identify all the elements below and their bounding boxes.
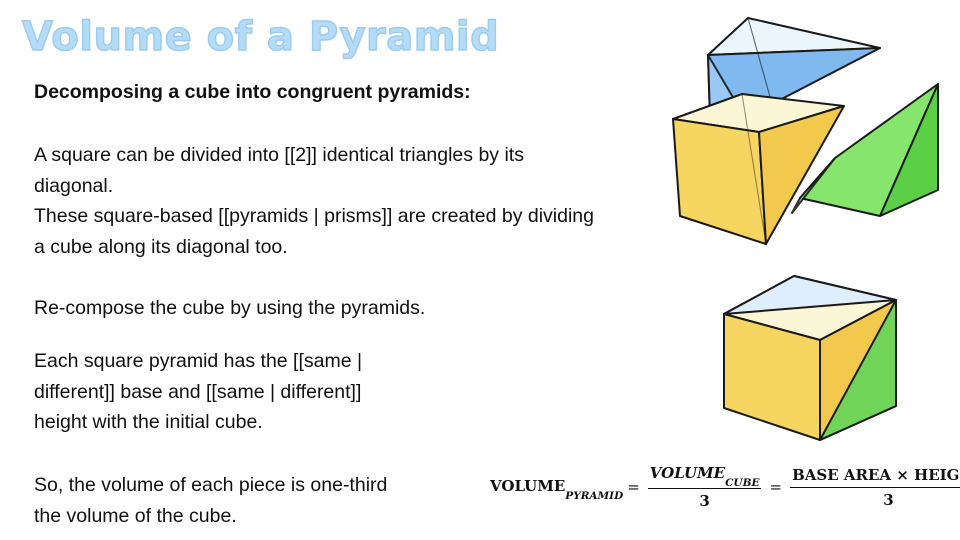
fraction-denominator: 3 xyxy=(883,490,894,509)
page-title: Volume of a Pyramid xyxy=(21,13,500,60)
paragraph-base-height: Each square pyramid has the [[same | dif… xyxy=(34,346,454,438)
text-line: These square-based [[pyramids | prisms]]… xyxy=(34,205,594,227)
text-line: height with the initial cube. xyxy=(34,411,263,433)
equals-sign: = xyxy=(769,478,783,496)
fraction-cube: VOLUMECUBE 3 xyxy=(647,464,762,510)
exploded-pyramids-illustration xyxy=(672,17,939,245)
subheading: Decomposing a cube into congruent pyrami… xyxy=(34,81,471,103)
paragraph-decomposition: A square can be divided into [[2]] ident… xyxy=(34,140,694,262)
text-line: So, the volume of each piece is one-thir… xyxy=(34,474,388,496)
fraction-numerator: BASE AREA × HEIGHT xyxy=(790,466,960,488)
volume-formula: VOLUMEPYRAMID = VOLUMECUBE 3 = BASE AREA… xyxy=(490,464,960,510)
text-line: A square can be divided into [[2]] ident… xyxy=(34,144,524,166)
recomposed-cube-illustration xyxy=(723,275,897,441)
yellow-pyramid xyxy=(672,93,845,245)
text-line: a cube along its diagonal too. xyxy=(34,235,288,258)
text-line: diagonal. xyxy=(34,174,114,197)
text-line: different]] base and [[same | different]… xyxy=(34,380,362,403)
paragraph-conclusion: So, the volume of each piece is one-thir… xyxy=(34,470,464,531)
text-line: Each square pyramid has the [[same | xyxy=(34,350,363,372)
paragraph-recompose: Re-compose the cube by using the pyramid… xyxy=(34,297,426,319)
fraction-denominator: 3 xyxy=(699,492,710,510)
text-line: the volume of the cube. xyxy=(34,504,237,527)
formula-lhs: VOLUMEPYRAMID xyxy=(490,476,624,502)
fraction-numerator: VOLUMECUBE xyxy=(647,464,762,489)
equals-sign: = xyxy=(627,478,640,496)
fraction-base-height: BASE AREA × HEIGHT 3 xyxy=(790,466,960,509)
